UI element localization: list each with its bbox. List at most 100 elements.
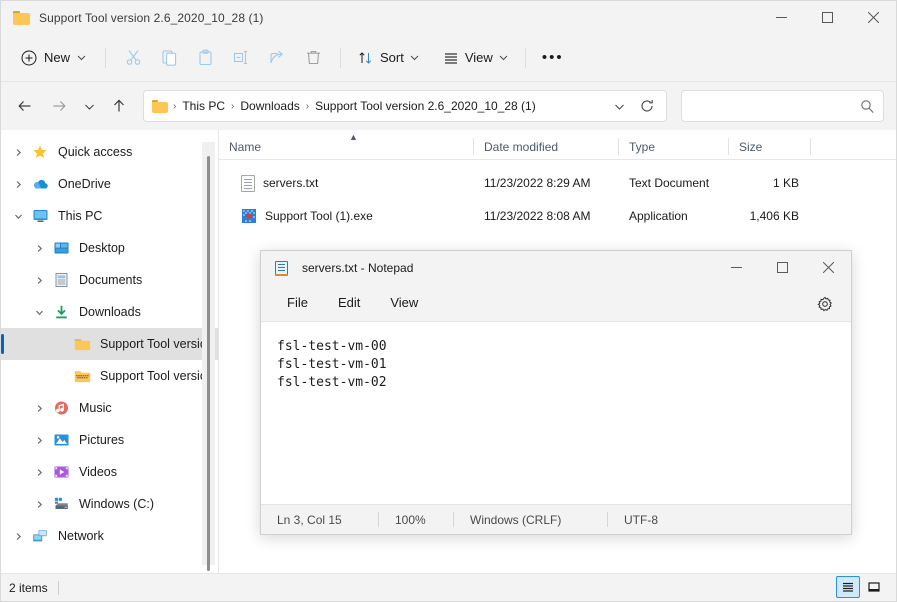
menu-edit[interactable]: Edit	[326, 290, 372, 315]
chevron-right-icon[interactable]	[7, 148, 29, 157]
sidebar-item-desktop[interactable]: Desktop	[1, 232, 218, 264]
column-header-date-label: Date modified	[484, 140, 559, 154]
sidebar-item-windows-c[interactable]: Windows (C:)	[1, 488, 218, 520]
scrollbar-thumb[interactable]	[207, 156, 210, 571]
sidebar-item-support-tool-version-2-6-202[interactable]: Support Tool version 2.6_202	[1, 328, 218, 360]
chevron-down-icon	[499, 55, 508, 61]
chevron-right-icon[interactable]	[28, 436, 50, 445]
chevron-right-icon[interactable]	[7, 180, 29, 189]
chevron-right-icon[interactable]	[28, 404, 50, 413]
address-bar[interactable]: › This PC › Downloads › Support Tool ver…	[143, 90, 667, 122]
chevron-right-icon[interactable]	[28, 276, 50, 285]
cut-icon[interactable]	[115, 42, 151, 74]
chevron-right-icon[interactable]	[28, 468, 50, 477]
paste-icon[interactable]	[187, 42, 223, 74]
large-icons-view-button[interactable]	[862, 576, 886, 598]
chevron-down-icon	[77, 55, 86, 61]
file-date-cell: 11/23/2022 8:29 AM	[484, 176, 591, 190]
address-history-chevron-icon[interactable]	[606, 92, 632, 120]
table-row[interactable]: Support Tool (1).exe 11/23/2022 8:08 AM …	[219, 201, 896, 231]
notepad-close-button[interactable]	[805, 251, 851, 284]
chevron-down-icon[interactable]	[7, 212, 29, 221]
notepad-maximize-button[interactable]	[759, 251, 805, 284]
text-file-icon	[241, 174, 255, 192]
sidebar-item-downloads[interactable]: Downloads	[1, 296, 218, 328]
column-headers: Name ▲ Date modified Type Size	[219, 130, 896, 160]
copy-icon[interactable]	[151, 42, 187, 74]
view-toggle-group	[836, 576, 886, 598]
gear-icon[interactable]	[813, 292, 837, 316]
encoding-label[interactable]: UTF-8	[608, 513, 658, 527]
close-button[interactable]	[850, 1, 896, 34]
details-view-button[interactable]	[836, 576, 860, 598]
text-line: fsl-test-vm-01	[277, 357, 387, 372]
sort-icon	[359, 51, 372, 64]
navigation-scrollbar[interactable]	[202, 142, 215, 571]
sidebar-item-videos[interactable]: Videos	[1, 456, 218, 488]
breadcrumb-downloads[interactable]: Downloads	[236, 96, 303, 116]
file-name-cell[interactable]: servers.txt	[219, 174, 474, 192]
sidebar-item-label: Quick access	[58, 145, 133, 159]
chevron-down-icon[interactable]	[28, 308, 50, 317]
forward-button[interactable]	[43, 90, 75, 122]
sidebar-item-quick-access[interactable]: Quick access	[1, 136, 218, 168]
monitor-icon	[29, 208, 51, 224]
notepad-minimize-button[interactable]	[713, 251, 759, 284]
sort-button[interactable]: Sort	[350, 42, 427, 74]
column-header-name[interactable]: Name ▲	[219, 130, 474, 159]
back-button[interactable]	[9, 90, 41, 122]
notepad-window-controls	[713, 251, 851, 284]
delete-icon[interactable]	[295, 42, 331, 74]
file-size-cell: 1 KB	[772, 176, 799, 190]
toolbar-separator	[524, 47, 526, 68]
maximize-button[interactable]	[804, 1, 850, 34]
recent-locations-button[interactable]	[77, 90, 101, 122]
downloads-icon	[50, 304, 72, 320]
search-input[interactable]	[690, 99, 860, 113]
new-button[interactable]: New	[15, 42, 96, 74]
search-icon[interactable]	[860, 99, 875, 114]
sidebar-item-pictures[interactable]: Pictures	[1, 424, 218, 456]
zoom-level-label[interactable]: 100%	[379, 513, 453, 527]
sidebar-item-onedrive[interactable]: OneDrive	[1, 168, 218, 200]
sidebar-item-label: Videos	[79, 465, 117, 479]
notepad-text-area[interactable]: fsl-test-vm-00 fsl-test-vm-01 fsl-test-v…	[261, 322, 851, 504]
menu-file[interactable]: File	[275, 290, 320, 315]
column-header-size[interactable]: Size	[729, 130, 811, 159]
table-row[interactable]: servers.txt 11/23/2022 8:29 AM Text Docu…	[219, 168, 896, 198]
breadcrumb-this-pc[interactable]: This PC	[178, 96, 229, 116]
column-header-type[interactable]: Type	[619, 130, 729, 159]
sidebar-item-support-tool-version-2-6-202[interactable]: Support Tool version 2.6_202	[1, 360, 218, 392]
sidebar-item-label: Documents	[79, 273, 143, 287]
file-name-cell[interactable]: Support Tool (1).exe	[219, 208, 474, 224]
text-line: fsl-test-vm-02	[277, 375, 387, 390]
desktop-icon	[50, 240, 72, 256]
sidebar-item-music[interactable]: Music	[1, 392, 218, 424]
search-box[interactable]	[681, 90, 884, 122]
chevron-down-icon	[410, 55, 419, 61]
share-icon[interactable]	[259, 42, 295, 74]
column-header-name-label: Name	[229, 140, 262, 154]
rename-icon[interactable]	[223, 42, 259, 74]
minimize-button[interactable]	[758, 1, 804, 34]
sidebar-item-label: OneDrive	[58, 177, 111, 191]
sidebar-item-label: Support Tool version 2.6_202	[100, 369, 212, 383]
sidebar-item-this-pc[interactable]: This PC	[1, 200, 218, 232]
new-button-label: New	[44, 50, 71, 65]
chevron-right-icon[interactable]	[28, 244, 50, 253]
view-button-label: View	[464, 50, 493, 65]
chevron-right-icon[interactable]	[28, 500, 50, 509]
sidebar-item-documents[interactable]: Documents	[1, 264, 218, 296]
status-separator	[57, 580, 59, 595]
line-ending-label[interactable]: Windows (CRLF)	[454, 513, 607, 527]
view-button[interactable]: View	[435, 42, 516, 74]
refresh-button[interactable]	[632, 92, 662, 120]
see-more-button[interactable]: •••	[535, 42, 571, 74]
menu-view[interactable]: View	[378, 290, 430, 315]
up-button[interactable]	[103, 90, 135, 122]
breadcrumb-current-folder[interactable]: Support Tool version 2.6_2020_10_28 (1)	[311, 96, 540, 116]
breadcrumb-separator: ›	[173, 100, 177, 112]
chevron-right-icon[interactable]	[7, 532, 29, 541]
column-header-date-modified[interactable]: Date modified	[474, 130, 619, 159]
sidebar-item-network[interactable]: Network	[1, 520, 218, 552]
